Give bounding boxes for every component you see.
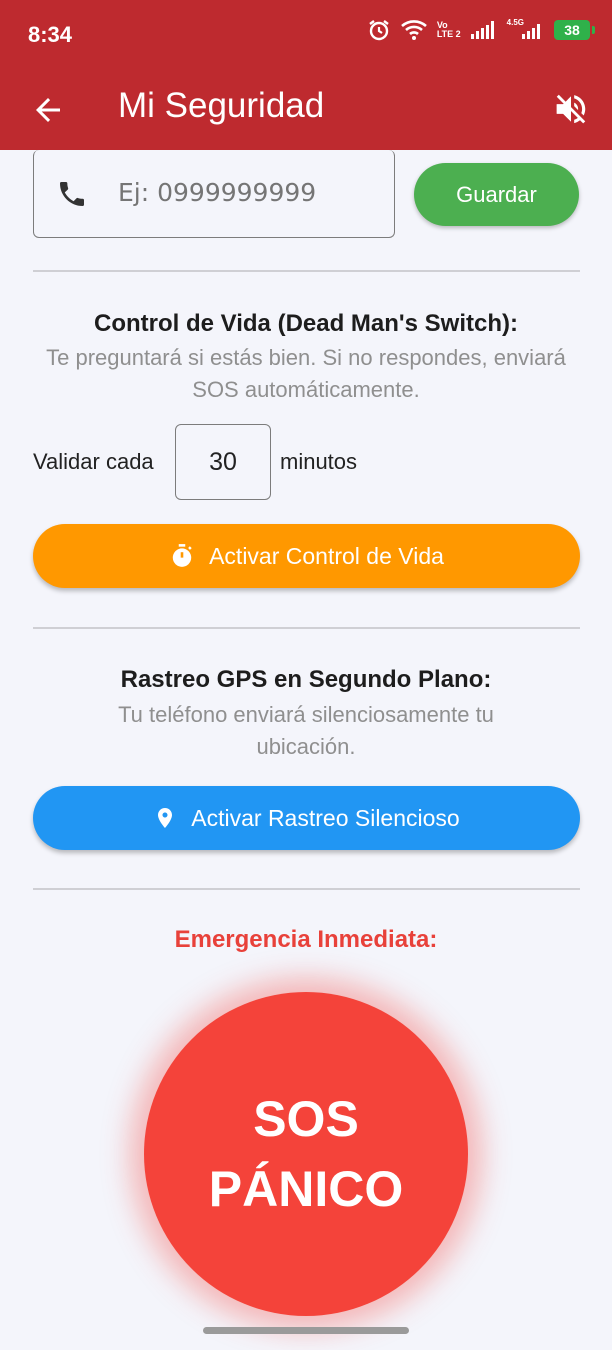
- minutes-field[interactable]: [175, 424, 271, 500]
- alarm-icon: [367, 18, 391, 42]
- battery-indicator: 38: [554, 20, 595, 40]
- activate-gps-tracking-button[interactable]: Activar Rastreo Silencioso: [33, 786, 580, 850]
- activate-life-control-button[interactable]: Activar Control de Vida: [33, 524, 580, 588]
- network-type-label: 4.5G: [506, 17, 524, 27]
- phone-input[interactable]: [118, 178, 368, 207]
- emergency-title: Emergencia Inmediata:: [174, 926, 438, 953]
- life-control-title: Control de Vida (Dead Man's Switch):: [94, 310, 518, 337]
- back-button[interactable]: [30, 92, 66, 128]
- life-control-description: Te preguntará si estás bien. Si no respo…: [46, 345, 566, 402]
- arrow-left-icon: [36, 98, 60, 122]
- panic-label: PÁNICO: [208, 1161, 404, 1217]
- sos-label: SOS: [253, 1091, 359, 1147]
- divider: [33, 627, 580, 629]
- minutes-input[interactable]: [176, 425, 270, 499]
- status-time: 8:34: [28, 22, 73, 47]
- activate-gps-tracking-label: Activar Rastreo Silencioso: [191, 804, 460, 831]
- phone-icon: [56, 178, 88, 215]
- activate-life-control-label: Activar Control de Vida: [209, 542, 444, 569]
- divider: [33, 270, 580, 272]
- mute-button[interactable]: [552, 90, 590, 128]
- gps-title: Rastreo GPS en Segundo Plano:: [120, 666, 492, 693]
- page-title: Mi Seguridad: [118, 86, 325, 125]
- divider: [33, 888, 580, 890]
- gps-description: Tu teléfono enviará silenciosamente tu u…: [118, 702, 494, 759]
- signal-icon-2: [522, 21, 544, 39]
- status-bar: 8:34 Vo LTE 2 4.5G 38: [0, 0, 612, 72]
- location-pin-icon: [158, 808, 173, 828]
- sos-panic-button[interactable]: SOS PÁNICO: [144, 992, 468, 1316]
- app-bar: Mi Seguridad: [0, 72, 612, 150]
- save-button[interactable]: Guardar: [414, 163, 579, 226]
- phone-field[interactable]: [33, 150, 395, 238]
- volte-indicator: Vo LTE 2: [436, 20, 461, 39]
- home-indicator[interactable]: [203, 1327, 409, 1334]
- wifi-icon: [400, 19, 427, 41]
- validate-label: Validar cada: [33, 449, 154, 474]
- status-icons: Vo LTE 2 4.5G 38: [367, 17, 595, 42]
- signal-icon: [470, 21, 497, 39]
- volume-off-icon: [556, 94, 586, 124]
- minutes-unit-label: minutos: [280, 449, 358, 474]
- timer-icon: [172, 544, 192, 567]
